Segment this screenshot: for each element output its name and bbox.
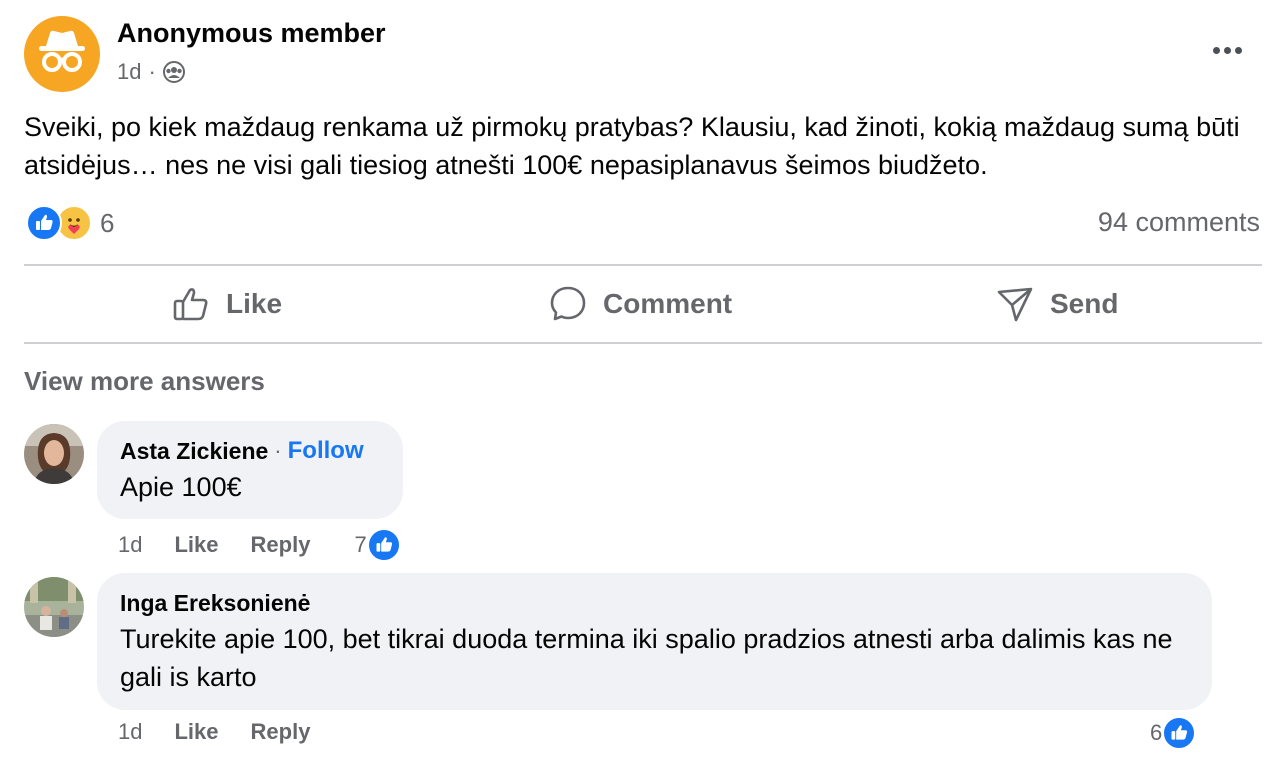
- like-reaction-icon: [26, 205, 62, 241]
- profile-photo: [24, 424, 84, 484]
- reaction-count: 6: [100, 207, 115, 238]
- like-reaction-icon: [366, 528, 401, 562]
- send-icon: [997, 287, 1033, 322]
- post-meta: 1d ·: [117, 59, 185, 85]
- like-button[interactable]: Like: [172, 280, 282, 328]
- comment-like-button[interactable]: Like: [174, 719, 218, 745]
- send-label: Send: [1050, 288, 1119, 319]
- like-reaction-icon: [1162, 716, 1197, 750]
- comments-count[interactable]: 94 comments: [1098, 207, 1260, 238]
- dot-icon: [1234, 46, 1242, 54]
- anonymous-avatar[interactable]: [24, 16, 100, 92]
- comment-reply-button[interactable]: Reply: [251, 719, 311, 745]
- dot-icon: [1223, 46, 1231, 54]
- comment-label: Comment: [603, 288, 733, 319]
- comment-author[interactable]: Asta Zickiene: [120, 438, 268, 465]
- comment-reply-button[interactable]: Reply: [251, 532, 311, 558]
- post-time[interactable]: 1d: [117, 59, 141, 85]
- comment-text: Apie 100€: [120, 472, 242, 502]
- comment-like-count: 6: [1150, 720, 1163, 745]
- commenter-avatar[interactable]: [24, 424, 84, 484]
- post-author[interactable]: Anonymous member: [117, 18, 386, 49]
- send-button[interactable]: Send: [996, 280, 1118, 328]
- divider: [24, 342, 1262, 344]
- comment-actions: 1d Like Reply: [118, 719, 310, 745]
- comment-like-button[interactable]: Like: [174, 532, 218, 558]
- meta-separator: ·: [148, 59, 156, 84]
- view-more-answers-link[interactable]: View more answers: [24, 366, 265, 397]
- divider: [24, 264, 1262, 266]
- comment-button[interactable]: Comment: [549, 280, 732, 328]
- incognito-icon: [39, 30, 85, 72]
- dot-icon: [1212, 46, 1220, 54]
- reactions-summary[interactable]: 6: [26, 205, 114, 241]
- thumbs-up-icon: [173, 288, 208, 321]
- comment-text: Turekite apie 100, bet tikrai duoda term…: [120, 624, 1173, 692]
- comment-author[interactable]: Inga Ereksonienė: [120, 590, 310, 617]
- comment-header: Asta Zickiene · Follow: [120, 437, 364, 465]
- follow-button[interactable]: Follow: [288, 437, 364, 465]
- comment-actions: 1d Like Reply 7: [118, 528, 401, 562]
- profile-photo: [24, 577, 84, 637]
- comment-time[interactable]: 1d: [118, 532, 142, 558]
- post-text: Sveiki, po kiek maždaug renkama už pirmo…: [24, 112, 1240, 180]
- more-options-button[interactable]: [1204, 32, 1250, 68]
- comment-icon: [550, 286, 586, 321]
- comment-like-count[interactable]: 7: [354, 532, 366, 558]
- comment-likes[interactable]: 6: [1150, 716, 1197, 750]
- commenter-avatar[interactable]: [24, 577, 84, 637]
- like-label: Like: [226, 288, 283, 319]
- name-separator: ·: [274, 438, 282, 463]
- comment-time[interactable]: 1d: [118, 719, 142, 745]
- group-icon: [162, 61, 185, 83]
